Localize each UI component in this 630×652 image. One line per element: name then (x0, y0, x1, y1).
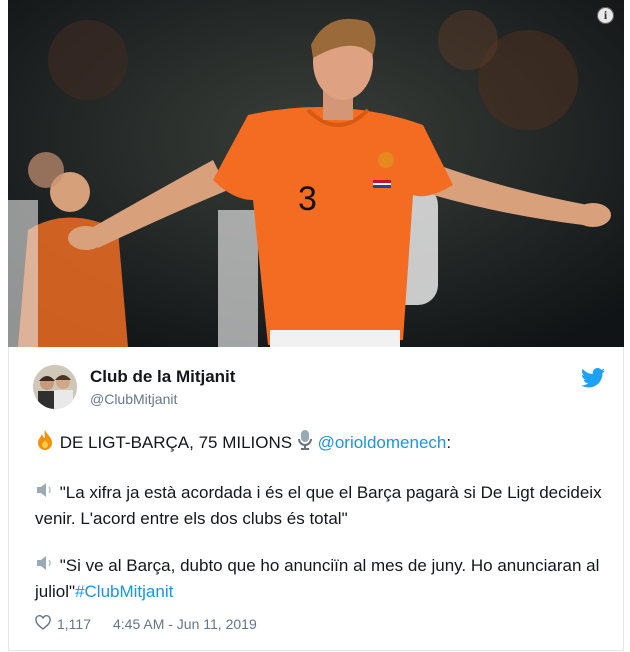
tweet-quote-2: "Si ve al Barça, dubto que ho anunciïn a… (35, 553, 605, 604)
mention-link[interactable]: @orioldomenech (318, 433, 447, 452)
svg-text:3: 3 (298, 180, 317, 218)
photo-illustration: 3 (8, 0, 624, 347)
display-name[interactable]: Club de la Mitjanit (90, 367, 235, 387)
info-icon[interactable]: i (597, 7, 614, 24)
headline-tail: : (446, 432, 452, 452)
tweet-meta: 1,117 4:45 AM - Jun 11, 2019 (35, 615, 257, 633)
fire-icon (35, 429, 55, 458)
tweet-line-headline: DE LIGT-BARÇA, 75 MILIONS @orioldomenech… (35, 429, 605, 458)
like-count[interactable]: 1,117 (57, 616, 91, 632)
speaker-icon (35, 554, 55, 579)
avatar-image (33, 365, 77, 409)
speaker-icon (35, 481, 55, 506)
quote-1-text: "La xifra ja està acordada i és el que e… (35, 483, 602, 529)
tweet-text: DE LIGT-BARÇA, 75 MILIONS @orioldomenech… (35, 429, 605, 604)
tweet-quote-1: "La xifra ja està acordada i és el que e… (35, 480, 605, 531)
timestamp[interactable]: 4:45 AM - Jun 11, 2019 (113, 616, 257, 632)
tweet-card[interactable]: Club de la Mitjanit @ClubMitjanit DE LIG… (8, 347, 624, 651)
microphone-icon (297, 429, 313, 458)
user-handle[interactable]: @ClubMitjanit (90, 391, 177, 407)
heart-icon[interactable] (35, 615, 51, 633)
twitter-bird-icon[interactable] (581, 368, 605, 393)
headline-text: DE LIGT-BARÇA, 75 MILIONS (55, 432, 297, 452)
hashtag-link[interactable]: #ClubMitjanit (75, 582, 173, 601)
tweet-media-image[interactable]: 3 i (8, 0, 624, 347)
avatar[interactable] (33, 365, 77, 409)
